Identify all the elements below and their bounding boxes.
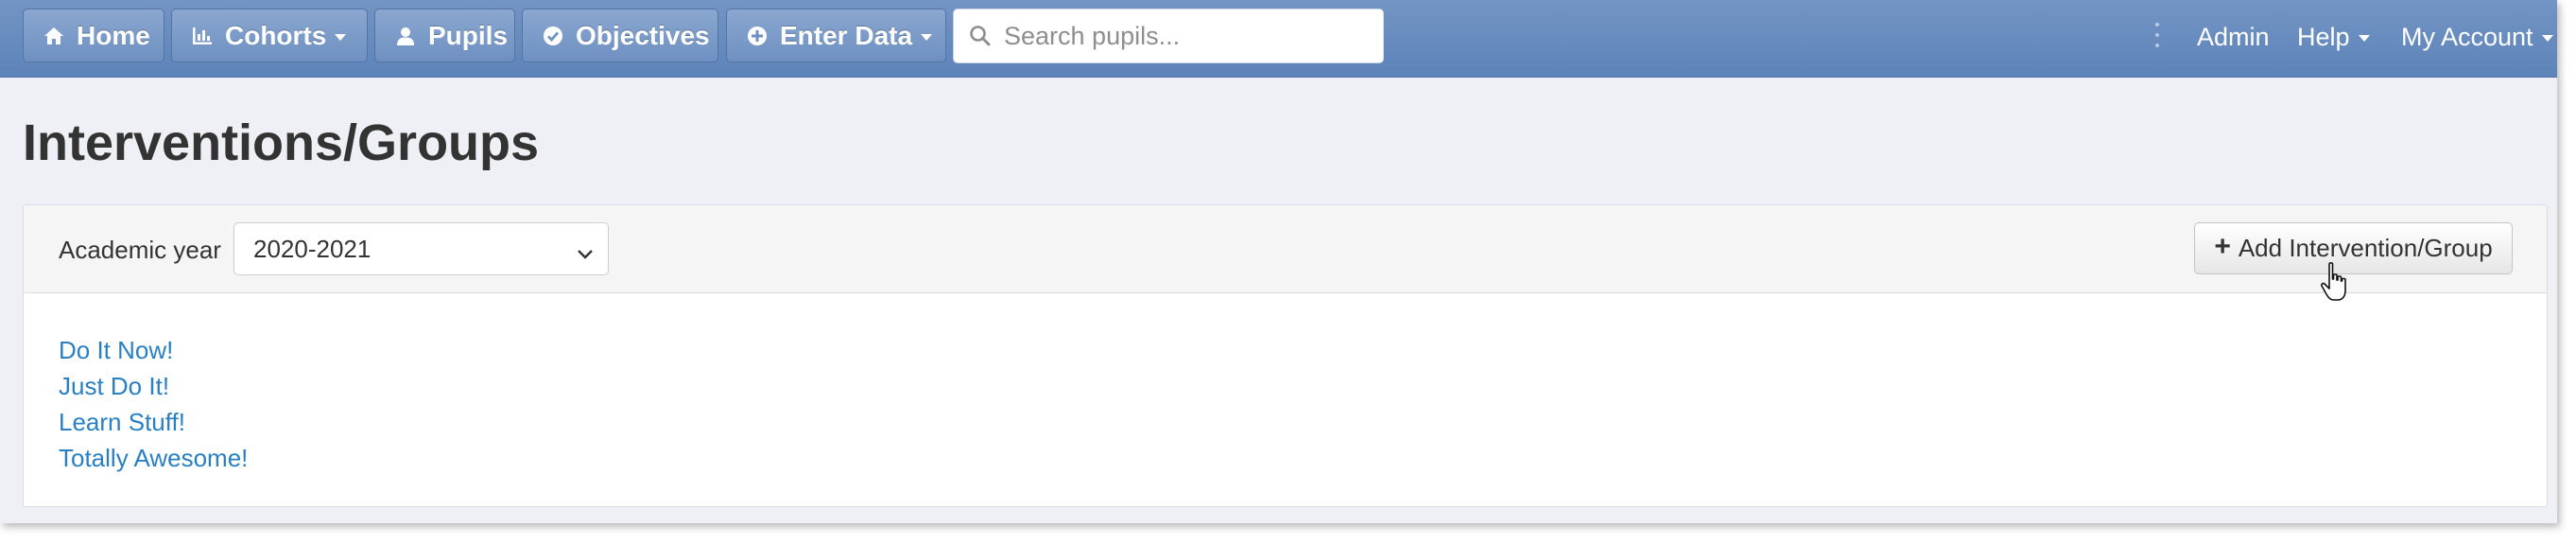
nav-my-account-label: My Account: [2401, 22, 2533, 51]
nav-enter-data-label: Enter Data: [780, 20, 913, 50]
search-icon: [968, 24, 993, 48]
nav-pupils-button[interactable]: Pupils: [374, 9, 515, 62]
nav-admin-link[interactable]: Admin: [2197, 0, 2270, 74]
chevron-down-icon: [2541, 35, 2553, 42]
list-item: Just Do It!: [59, 368, 248, 404]
hand-pointer-icon: [2321, 262, 2346, 301]
chevron-down-icon: [335, 33, 347, 41]
academic-year-label: Academic year: [59, 236, 221, 264]
group-link[interactable]: Do It Now!: [59, 336, 173, 364]
user-icon: [394, 25, 417, 47]
group-link[interactable]: Totally Awesome!: [59, 444, 248, 472]
app-window: Home Cohorts Pupils Objectives Enter Dat…: [0, 0, 2557, 523]
check-circle-icon: [542, 25, 564, 47]
nav-cohorts-button[interactable]: Cohorts: [171, 9, 368, 62]
home-icon: [43, 25, 65, 47]
more-options-icon[interactable]: [2154, 23, 2160, 47]
group-link[interactable]: Learn Stuff!: [59, 408, 185, 436]
chevron-down-icon: [921, 33, 933, 41]
nav-my-account-menu[interactable]: My Account: [2401, 0, 2553, 74]
nav-pupils-label: Pupils: [428, 20, 509, 50]
add-intervention-button[interactable]: + Add Intervention/Group: [2194, 222, 2513, 274]
search-field[interactable]: [953, 9, 1384, 63]
nav-objectives-button[interactable]: Objectives: [522, 9, 718, 62]
list-item: Learn Stuff!: [59, 404, 248, 440]
chevron-down-icon: [2358, 35, 2370, 42]
nav-home-button[interactable]: Home: [23, 9, 164, 62]
nav-help-menu[interactable]: Help: [2297, 0, 2370, 74]
nav-admin-label: Admin: [2197, 22, 2270, 51]
search-input[interactable]: [1002, 20, 1365, 52]
list-item: Totally Awesome!: [59, 440, 248, 476]
page-title: Interventions/Groups: [23, 114, 540, 171]
panel-header: Academic year 2020-2021 + Add Interventi…: [24, 205, 2547, 293]
group-link[interactable]: Just Do It!: [59, 372, 169, 400]
nav-help-label: Help: [2297, 22, 2350, 51]
add-intervention-label: Add Intervention/Group: [2238, 234, 2493, 262]
nav-objectives-label: Objectives: [576, 20, 710, 50]
nav-enter-data-button[interactable]: Enter Data: [726, 9, 946, 62]
interventions-panel: Academic year 2020-2021 + Add Interventi…: [23, 204, 2548, 507]
group-list: Do It Now! Just Do It! Learn Stuff! Tota…: [59, 332, 248, 476]
nav-home-label: Home: [77, 20, 150, 50]
top-navbar: Home Cohorts Pupils Objectives Enter Dat…: [0, 0, 2557, 78]
academic-year-select[interactable]: 2020-2021: [233, 222, 609, 275]
list-item: Do It Now!: [59, 332, 248, 368]
academic-year-value: 2020-2021: [253, 234, 372, 263]
plus-icon: +: [2214, 230, 2231, 262]
chevron-down-icon: [576, 240, 595, 259]
bar-chart-icon: [191, 25, 214, 47]
nav-cohorts-label: Cohorts: [225, 20, 327, 50]
plus-circle-icon: [746, 25, 769, 47]
